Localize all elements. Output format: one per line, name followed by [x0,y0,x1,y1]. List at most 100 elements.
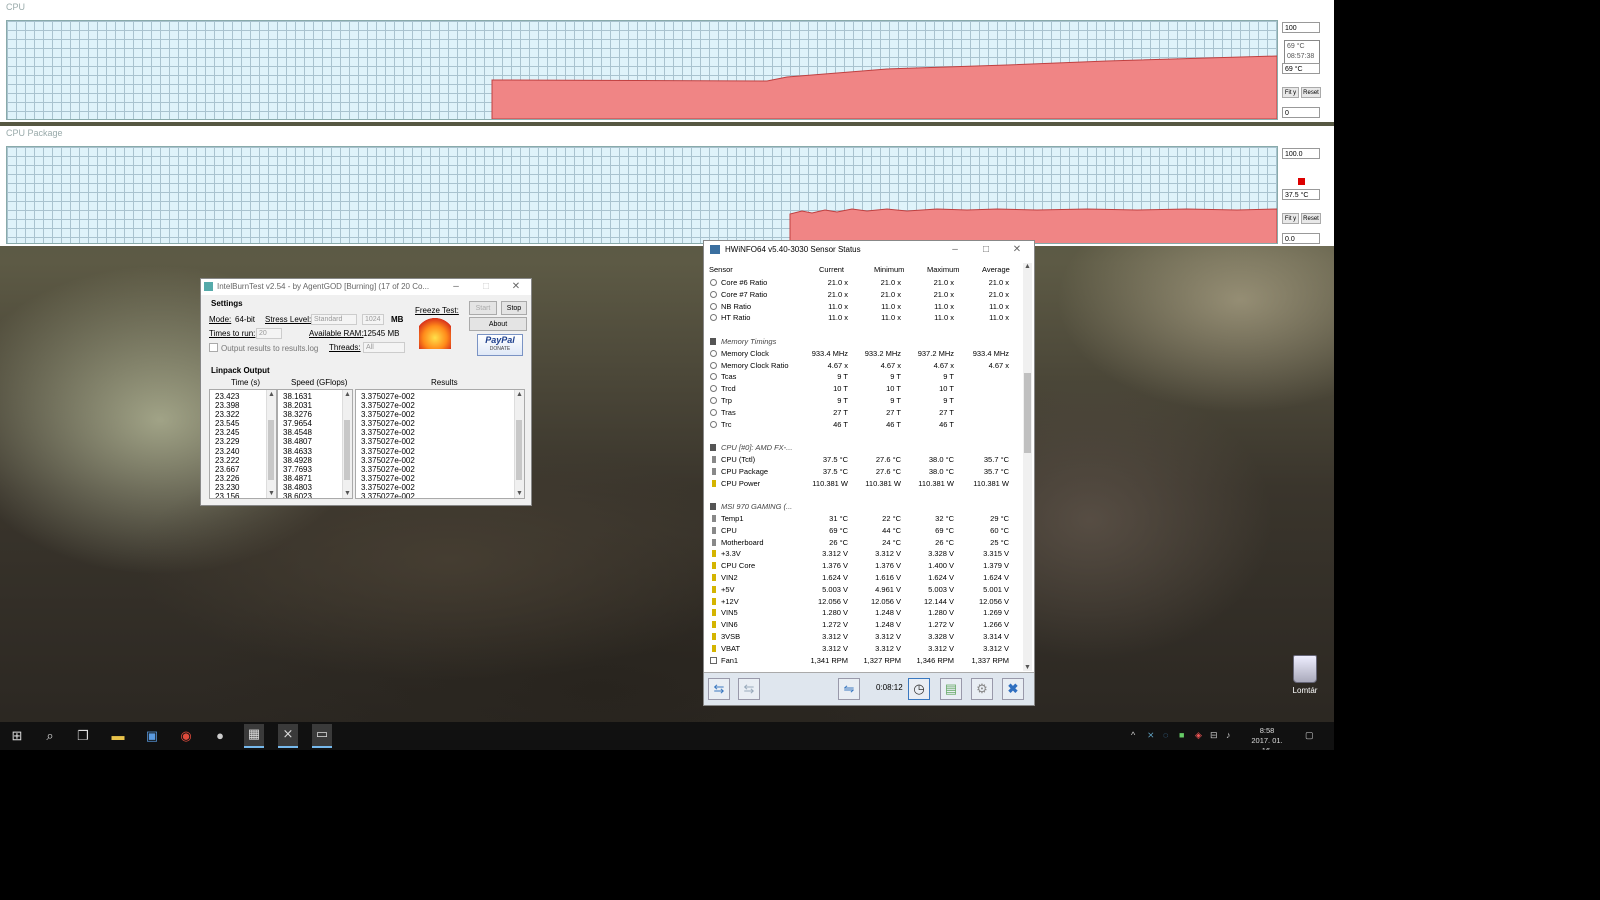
sensor-row[interactable]: +12V 12.056 V 12.056 V 12.144 V 12.056 V [704,596,1024,608]
sensor-row[interactable]: +3.3V 3.312 V 3.312 V 3.328 V 3.315 V [704,548,1024,560]
sensor-row[interactable]: Memory Clock Ratio 4.67 x 4.67 x 4.67 x 4.67… [704,360,1024,372]
stop-button[interactable]: Stop [501,301,527,315]
reset-button[interactable]: Reset [1301,87,1321,98]
graph-min-field[interactable]: 0.0 [1282,233,1320,244]
paypal-donate-button[interactable]: PayPal DONATE [477,334,523,356]
maximize-icon[interactable]: □ [971,242,1001,258]
title-bar[interactable]: HWiNFO64 v5.40-3030 Sensor Status – □ ✕ [704,241,1034,259]
scroll-down-icon[interactable]: ▼ [1024,664,1031,671]
tray-hwinfo-icon[interactable]: ⨯ [1147,730,1155,741]
title-bar[interactable]: IntelBurnTest v2.54 - by AgentGOD [Burni… [201,279,531,295]
app-circle-icon[interactable]: ● [210,726,230,746]
sensor-row[interactable]: Motherboard 26 °C 24 °C 26 °C 25 °C [704,537,1024,549]
sensor-row[interactable]: 3VSB 3.312 V 3.312 V 3.328 V 3.314 V [704,631,1024,643]
sensor-group-row[interactable]: MSI 970 GAMING (... [704,501,1024,513]
minimize-icon[interactable]: – [940,242,970,258]
close-icon[interactable]: ✕ [1002,242,1032,258]
speed-list[interactable]: 38.1631 38.2031 38.3276 37.9654 38.4548 38.48… [277,389,353,499]
recycle-bin[interactable]: Lomtár [1288,655,1322,695]
col-minimum[interactable]: Minimum [874,265,904,274]
graph-title: CPU Package [6,128,63,138]
scroll-thumb[interactable] [1024,373,1031,453]
graph-max-field[interactable]: 100.0 [1282,148,1320,159]
start-windows-icon[interactable]: ⊞ [7,726,27,746]
graph-taskbar-icon[interactable]: ▭ [312,724,332,748]
mode-value[interactable]: 64-bit [235,315,255,324]
results-list[interactable]: 3.375027e-002 3.375027e-002 3.375027e-002 3… [355,389,525,499]
action-center-icon[interactable]: ▢ [1305,730,1314,741]
search-icon[interactable]: ⌕ [40,726,60,746]
graph-max-field[interactable]: 100 [1282,22,1320,33]
intelburntest-taskbar-icon[interactable]: ▦ [244,724,264,748]
log-file-icon[interactable]: ▤ [940,678,962,700]
fit-y-button[interactable]: Fit y [1282,87,1299,98]
task-view-icon[interactable]: ❐ [73,726,93,746]
scroll-up-icon[interactable]: ▲ [1024,263,1031,270]
settings-icon[interactable]: ⚙ [971,678,993,700]
col-current[interactable]: Current [819,265,844,274]
stress-mb-field[interactable]: 1024 [362,314,384,325]
sensor-row[interactable]: Temp1 31 °C 22 °C 32 °C 29 °C [704,513,1024,525]
sensor-row[interactable]: CPU Power 110.381 W 110.381 W 110.381 W 110.… [704,478,1024,490]
sensor-table[interactable]: Core #6 Ratio 21.0 x 21.0 x 21.0 x 21.0 x Cor… [704,277,1024,677]
col-maximum[interactable]: Maximum [927,265,960,274]
scrollbar[interactable]: ▲ ▼ [514,390,524,498]
sensor-group-row[interactable]: Memory Timings [704,336,1024,348]
start-button[interactable]: Start [469,301,497,315]
log-checkbox[interactable]: Output results to results.log [209,343,318,353]
sensor-row[interactable]: VBAT 3.312 V 3.312 V 3.312 V 3.312 V [704,643,1024,655]
sensor-row[interactable]: VIN2 1.624 V 1.616 V 1.624 V 1.624 V [704,572,1024,584]
sensor-row[interactable]: +5V 5.003 V 4.961 V 5.003 V 5.001 V [704,584,1024,596]
sensor-row[interactable]: Trc 46 T 46 T 46 T [704,419,1024,431]
network-icon[interactable]: ⇋ [838,678,860,700]
col-sensor[interactable]: Sensor [709,265,733,274]
sensor-row[interactable]: Trcd 10 T 10 T 10 T [704,383,1024,395]
tray-volume-icon[interactable]: ♪ [1226,730,1231,740]
sensor-row[interactable]: Fan1 1,341 RPM 1,327 RPM 1,346 RPM 1,337 RPM [704,655,1024,667]
sensor-row[interactable]: Trp 9 T 9 T 9 T [704,395,1024,407]
clock-icon[interactable]: ◷ [908,678,930,700]
chrome-icon[interactable]: ◉ [176,726,196,746]
tray-network-icon[interactable]: ⊟ [1210,730,1218,741]
sensor-row[interactable]: HT Ratio 11.0 x 11.0 x 11.0 x 11.0 x [704,312,1024,324]
sensor-row[interactable]: Core #6 Ratio 21.0 x 21.0 x 21.0 x 21.0 x [704,277,1024,289]
close-icon[interactable]: ✕ [501,279,531,295]
flame-icon[interactable] [419,317,451,349]
save-disk-icon[interactable]: ▣ [142,726,162,746]
sensor-row[interactable]: Tras 27 T 27 T 27 T [704,407,1024,419]
sensor-row[interactable]: Tcas 9 T 9 T 9 T [704,371,1024,383]
intelburntest-window: IntelBurnTest v2.54 - by AgentGOD [Burni… [200,278,532,506]
sensor-row[interactable]: Memory Clock 933.4 MHz 933.2 MHz 937.2 MHz 9… [704,348,1024,360]
sensor-group-row[interactable]: CPU [#0]: AMD FX-... [704,442,1024,454]
close-sensors-icon[interactable]: ✖ [1002,678,1024,700]
sensor-row[interactable]: CPU 69 °C 44 °C 69 °C 60 °C [704,525,1024,537]
stress-level-select[interactable]: Standard [311,314,357,325]
scrollbar[interactable]: ▲ ▼ [342,390,352,498]
hwinfo-taskbar-icon[interactable]: ⨯ [278,724,298,748]
threads-select[interactable]: All [363,342,405,353]
graph-min-field[interactable]: 0 [1282,107,1320,118]
file-explorer-icon[interactable]: ▬ [108,726,128,746]
sensor-row[interactable]: VIN5 1.280 V 1.248 V 1.280 V 1.269 V [704,607,1024,619]
times-field[interactable]: 20 [256,328,282,339]
scrollbar[interactable]: ▲ ▼ [266,390,276,498]
sensor-row[interactable]: Core #7 Ratio 21.0 x 21.0 x 21.0 x 21.0 x [704,289,1024,301]
time-list[interactable]: 23.423 23.398 23.322 23.545 23.245 23.229 23.2… [209,389,277,499]
sensor-row[interactable]: CPU Core 1.376 V 1.376 V 1.400 V 1.379 V [704,560,1024,572]
about-button[interactable]: About [469,317,527,331]
tray-antivirus-icon[interactable]: ◈ [1195,730,1202,741]
sensor-row[interactable]: CPU Package 37.5 °C 27.6 °C 38.0 °C 35.7 °C [704,466,1024,478]
sensor-row[interactable]: VIN6 1.272 V 1.248 V 1.272 V 1.266 V [704,619,1024,631]
fit-y-button[interactable]: Fit y [1282,213,1299,224]
navigate-back-forward-icon[interactable]: ⇆ [708,678,730,700]
minimize-icon[interactable]: – [441,279,471,295]
tray-gpu-icon[interactable]: ■ [1179,730,1184,740]
col-average[interactable]: Average [982,265,1010,274]
sensor-row[interactable]: NB Ratio 11.0 x 11.0 x 11.0 x 11.0 x [704,301,1024,313]
sensor-row[interactable]: CPU (Tctl) 37.5 °C 27.6 °C 38.0 °C 35.7 °C [704,454,1024,466]
scrollbar[interactable]: ▲ ▼ [1023,263,1032,671]
tray-overflow-chevron-icon[interactable]: ^ [1131,730,1135,740]
tray-sync-icon[interactable]: ◌ [1163,730,1168,740]
clock[interactable]: 8:58 2017. 01. 16. [1248,726,1286,750]
reset-button[interactable]: Reset [1301,213,1321,224]
